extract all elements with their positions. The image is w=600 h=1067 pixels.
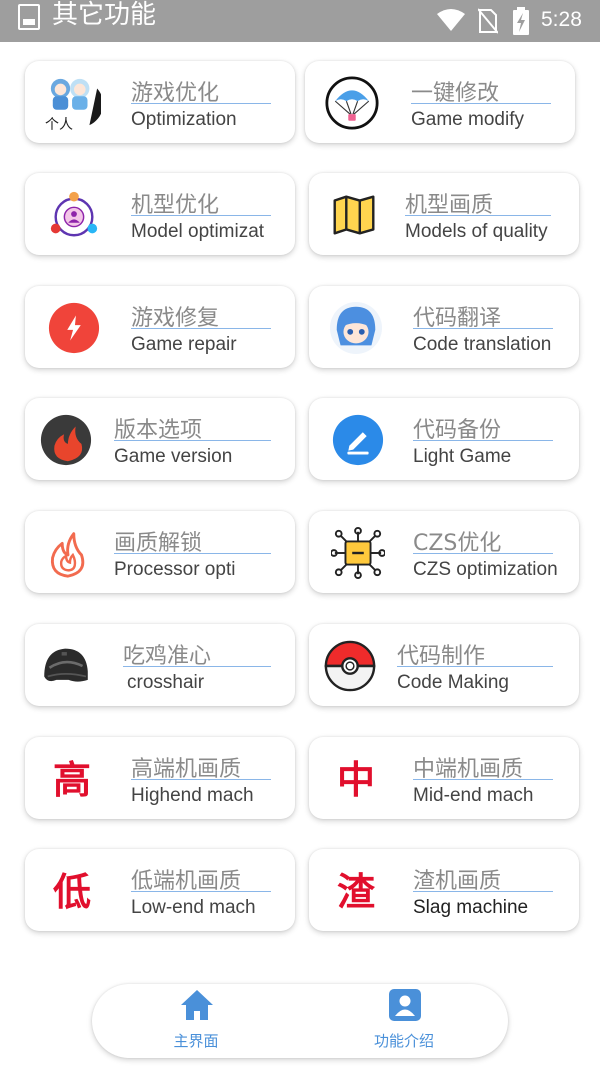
divider <box>413 779 553 780</box>
char-high-icon: 高 <box>53 757 92 802</box>
divider <box>413 553 553 554</box>
parachute-icon <box>325 76 379 130</box>
lightning-icon <box>48 302 100 354</box>
card-game-modify[interactable]: 一键修改 Game modify <box>305 61 575 143</box>
divider <box>405 215 551 216</box>
card-subtitle: Game modify <box>411 109 524 130</box>
card-subtitle: Models of quality <box>405 221 548 242</box>
char-low-icon: 低 <box>53 869 92 914</box>
nav-features-label: 功能介绍 <box>373 1032 434 1050</box>
anime-girl-icon <box>329 301 383 355</box>
home-icon <box>181 990 213 1020</box>
card-czs-optimization[interactable]: CZS优化 CZS optimization <box>309 511 579 593</box>
card-model-optimization[interactable]: 机型优化 Model optimizat <box>25 173 295 255</box>
divider <box>397 666 553 667</box>
card-code-backup[interactable]: 代码备份 Light Game <box>309 398 579 480</box>
divider <box>123 666 271 667</box>
card-midend-quality[interactable]: 中 中端机画质 Mid-end mach <box>309 737 579 819</box>
fire-outline-icon <box>50 532 85 578</box>
card-unlock-quality[interactable]: 画质解锁 Processor opti <box>25 511 295 593</box>
nav-home-button[interactable]: 主界面 <box>136 984 256 1058</box>
pokeball-icon <box>324 640 376 692</box>
card-highend-quality[interactable]: 高 高端机画质 Highend mach <box>25 737 295 819</box>
card-subtitle: Code Making <box>397 672 509 693</box>
divider <box>114 553 271 554</box>
map-icon <box>333 195 375 235</box>
network-chip-icon <box>331 526 385 580</box>
divider <box>131 328 271 329</box>
card-subtitle: Light Game <box>413 446 512 467</box>
card-subtitle: Low-end mach <box>131 897 256 918</box>
app-image-icon <box>18 4 40 30</box>
card-code-making[interactable]: 代码制作 Code Making <box>309 624 579 706</box>
card-subtitle: Processor opti <box>114 559 236 580</box>
no-sim-icon <box>478 8 498 34</box>
card-subtitle: Game repair <box>131 334 237 355</box>
card-subtitle: Mid-end mach <box>413 785 534 806</box>
card-crosshair[interactable]: 吃鸡准心 crosshair <box>25 624 295 706</box>
flame-dark-icon <box>40 414 92 466</box>
wifi-icon <box>437 9 465 31</box>
nav-home-label: 主界面 <box>173 1032 219 1050</box>
divider <box>413 328 553 329</box>
card-subtitle: Slag machine <box>413 897 529 918</box>
card-game-repair[interactable]: 游戏修复 Game repair <box>25 286 295 368</box>
card-subtitle: Model optimizat <box>131 221 265 242</box>
nav-features-button[interactable]: 功能介绍 <box>344 984 464 1058</box>
divider <box>131 891 271 892</box>
card-game-optimization[interactable]: 个人 游戏优化 Optimization <box>25 61 295 143</box>
card-subtitle: Code translation <box>413 334 552 355</box>
char-mid-icon: 中 <box>337 757 376 802</box>
status-bar: 其它功能 5:28 <box>0 0 600 42</box>
helmet-icon <box>44 648 88 682</box>
card-slag-quality[interactable]: 渣 渣机画质 Slag machine <box>309 849 579 931</box>
card-game-version[interactable]: 版本选项 Game version <box>25 398 295 480</box>
card-subtitle: Highend mach <box>131 785 254 806</box>
card-subtitle: crosshair <box>127 672 205 693</box>
card-subtitle: CZS optimization <box>413 559 558 580</box>
divider <box>131 779 271 780</box>
card-models-quality[interactable]: 机型画质 Models of quality <box>309 173 579 255</box>
battery-charging-icon <box>513 7 529 35</box>
divider <box>114 440 271 441</box>
clock: 5:28 <box>541 8 582 31</box>
avatar-label: 个人 <box>45 117 73 133</box>
divider <box>411 103 551 104</box>
divider <box>413 440 553 441</box>
divider <box>131 103 271 104</box>
char-slag-icon: 渣 <box>337 869 376 914</box>
card-lowend-quality[interactable]: 低 低端机画质 Low-end mach <box>25 849 295 931</box>
bottom-nav: 主界面 功能介绍 <box>92 984 508 1058</box>
card-subtitle: Game version <box>114 446 233 467</box>
screen-title: 其它功能 <box>52 0 157 30</box>
divider <box>131 215 271 216</box>
edit-pen-icon <box>332 414 384 466</box>
card-subtitle: Optimization <box>131 109 237 130</box>
user-card-icon <box>389 989 421 1021</box>
user-network-icon <box>50 191 98 237</box>
card-code-translation[interactable]: 代码翻译 Code translation <box>309 286 579 368</box>
divider <box>413 891 553 892</box>
